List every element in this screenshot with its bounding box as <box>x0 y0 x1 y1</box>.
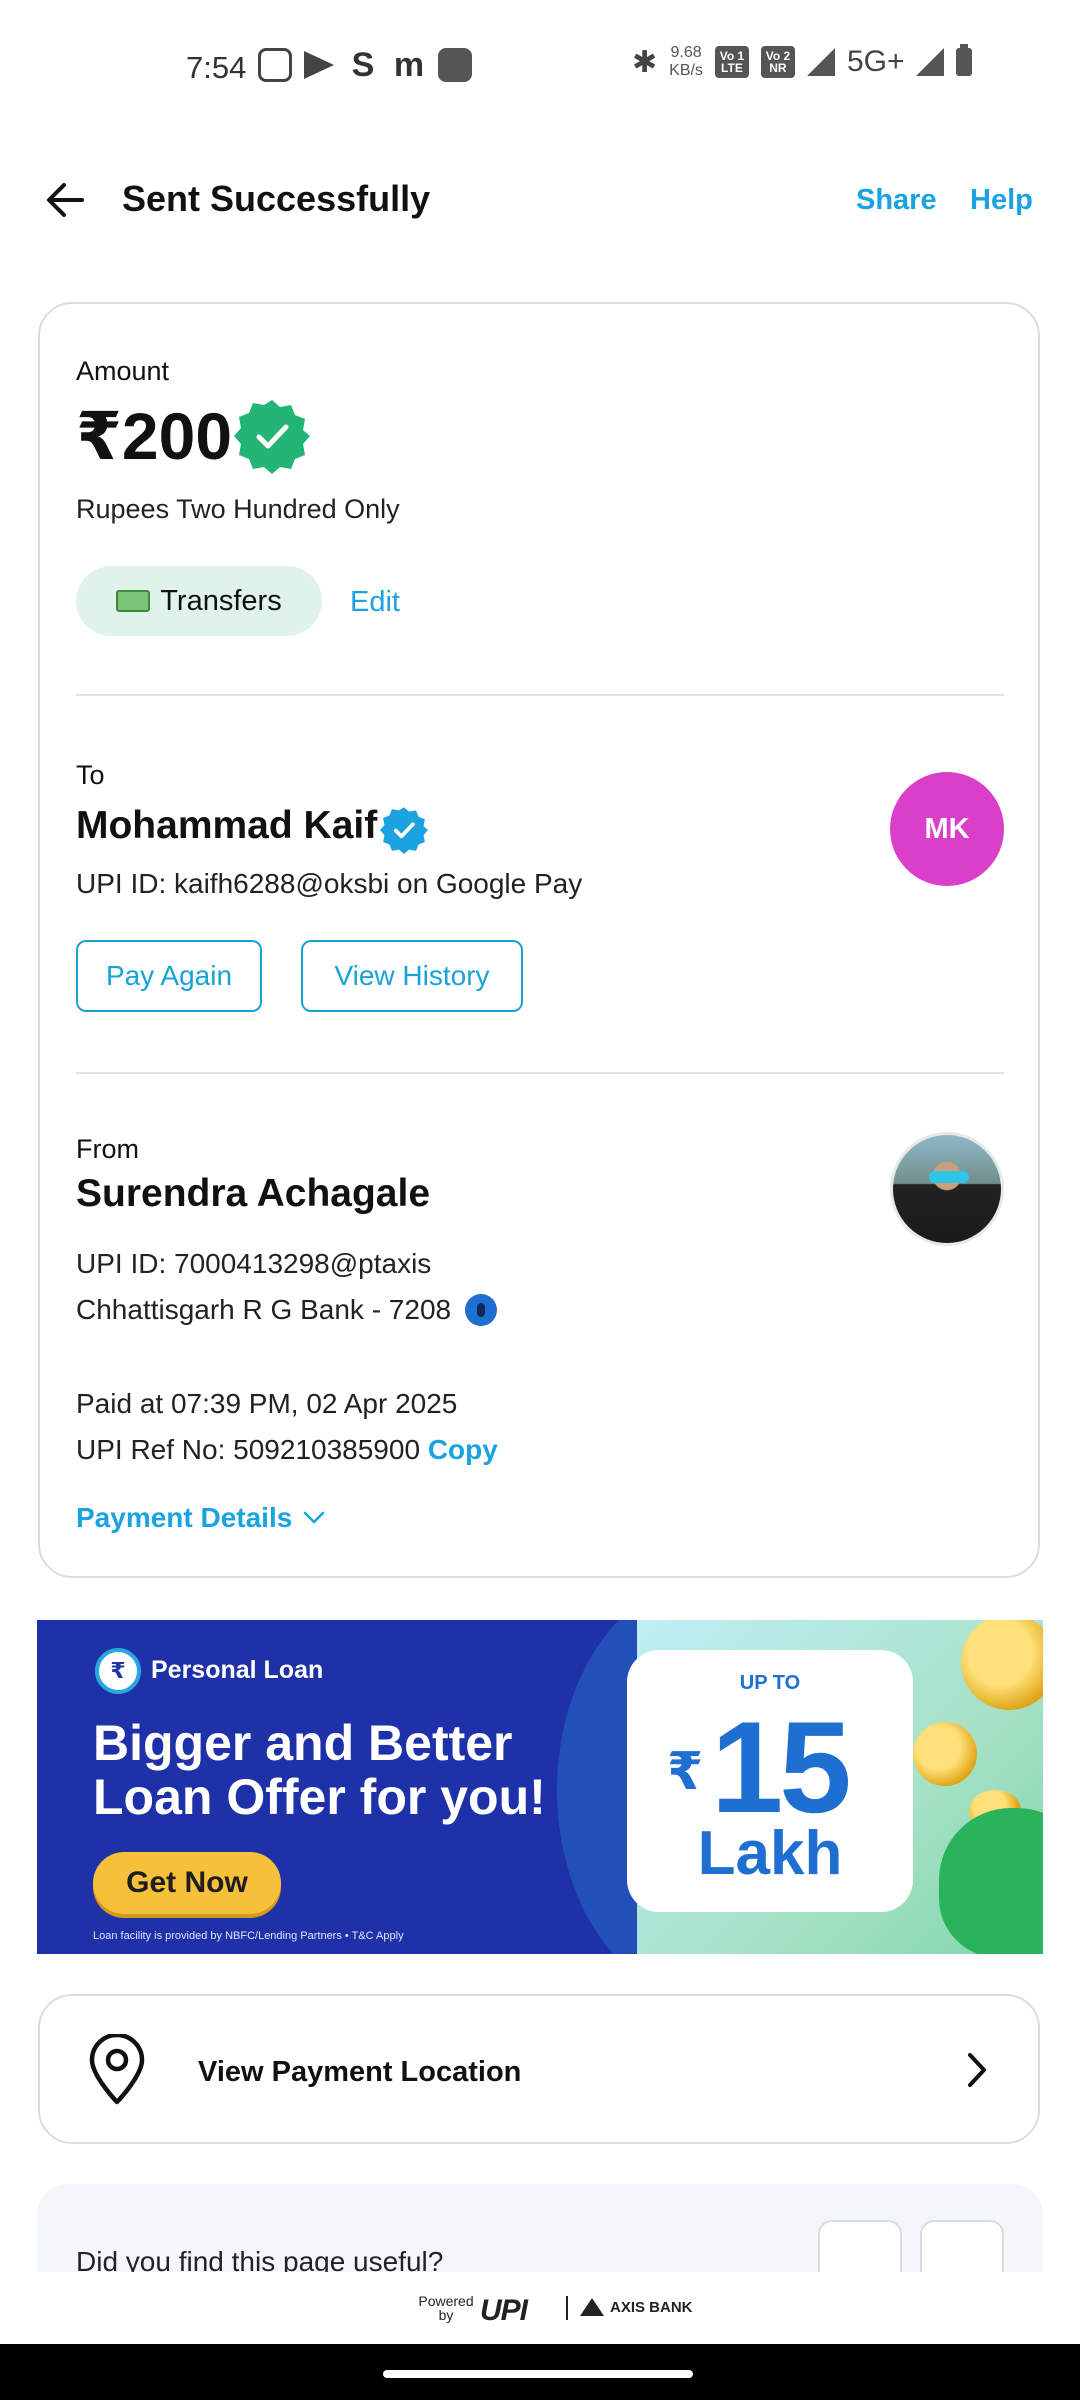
sim1-badge: Vo 1 LTE <box>714 46 749 78</box>
axis-bank-logo: AXIS BANK <box>580 2298 693 2316</box>
bluetooth-icon: ✱ <box>632 45 658 79</box>
rupee-icon: ₹ <box>95 1648 141 1694</box>
help-button[interactable]: Help <box>970 184 1033 217</box>
copy-button[interactable]: Copy <box>428 1434 498 1465</box>
chevron-down-icon <box>304 1511 325 1524</box>
banner-unit: Lakh <box>697 1819 843 1888</box>
category-chip-label: Transfers <box>160 584 282 617</box>
amount-in-words: Rupees Two Hundred Only <box>76 494 400 524</box>
get-now-button[interactable]: Get Now <box>93 1852 281 1914</box>
status-right: ✱ 9.68 KB/s Vo 1 LTE Vo 2 NR 5G+ <box>632 44 973 80</box>
instagram-icon <box>258 48 292 82</box>
recipient-avatar[interactable]: MK <box>890 772 1004 886</box>
location-label: View Payment Location <box>198 2056 522 2088</box>
view-payment-location[interactable] <box>38 1994 1040 2144</box>
home-gesture-handle[interactable] <box>383 2370 693 2378</box>
to-label: To <box>76 760 105 790</box>
sender-upi-id: UPI ID: 7000413298@ptaxis <box>76 1248 432 1279</box>
pay-again-button[interactable]: Pay Again <box>76 940 262 1012</box>
telegram-icon <box>304 51 334 79</box>
network-type: 5G+ <box>846 45 905 78</box>
verified-user-icon <box>380 807 428 854</box>
upi-ref-number: UPI Ref No: 509210385900 <box>76 1434 421 1465</box>
divider <box>76 694 1004 696</box>
axis-mark-icon <box>580 2298 604 2316</box>
powered-by-label: Powered by <box>418 2293 474 2323</box>
edit-category-button[interactable]: Edit <box>350 586 400 619</box>
amount-value: ₹200 <box>76 399 233 473</box>
battery-icon <box>956 44 973 76</box>
paid-at: Paid at 07:39 PM, 02 Apr 2025 <box>76 1388 458 1419</box>
category-chip[interactable]: Transfers <box>76 566 322 636</box>
sender-avatar[interactable] <box>890 1132 1004 1246</box>
banner-headline: Bigger and Better Loan Offer for you! <box>93 1715 546 1825</box>
from-label: From <box>76 1134 139 1164</box>
banner-footnote: Loan facility is provided by NBFC/Lendin… <box>93 1930 404 1942</box>
upi-logo: UPI <box>480 2294 528 2327</box>
page-title: Sent Successfully <box>122 178 431 219</box>
app-s-icon: S <box>351 46 375 84</box>
upi-ref-line: UPI Ref No: 509210385900 Copy <box>76 1434 498 1466</box>
divider <box>76 1072 1004 1074</box>
paytm-icon <box>438 48 472 82</box>
coin-icon <box>913 1722 977 1786</box>
signal-icon <box>806 48 835 76</box>
sim2-badge: Vo 2 NR <box>760 46 795 78</box>
status-app-icons: S m <box>258 48 472 82</box>
back-arrow-icon[interactable] <box>42 176 90 224</box>
location-pin-icon <box>89 2034 145 2105</box>
share-button[interactable]: Share <box>856 184 937 217</box>
banner-tag: Personal Loan <box>151 1656 324 1684</box>
payment-details-toggle[interactable]: Payment Details <box>76 1502 326 1534</box>
footer-divider <box>566 2296 568 2320</box>
chevron-right-icon <box>968 2053 986 2087</box>
recipient-upi-id: UPI ID: kaifh6288@oksbi on Google Pay <box>76 868 583 899</box>
banner-rupee: ₹ <box>667 1743 704 1801</box>
bank-logo-icon <box>465 1294 498 1326</box>
signal-icon-2 <box>916 48 945 76</box>
status-time: 7:54 <box>186 50 247 85</box>
view-history-button[interactable]: View History <box>301 940 523 1012</box>
money-icon <box>116 590 151 612</box>
verified-badge-icon <box>234 400 310 474</box>
amount-label: Amount <box>76 356 170 386</box>
sender-bank: Chhattisgarh R G Bank - 7208 <box>76 1294 498 1326</box>
footer <box>0 2272 1080 2344</box>
sender-name: Surendra Achagale <box>76 1172 431 1215</box>
network-speed: 9.68 KB/s <box>669 44 703 79</box>
app-m-icon: m <box>393 46 425 84</box>
recipient-name: Mohammad Kaif <box>76 804 378 847</box>
